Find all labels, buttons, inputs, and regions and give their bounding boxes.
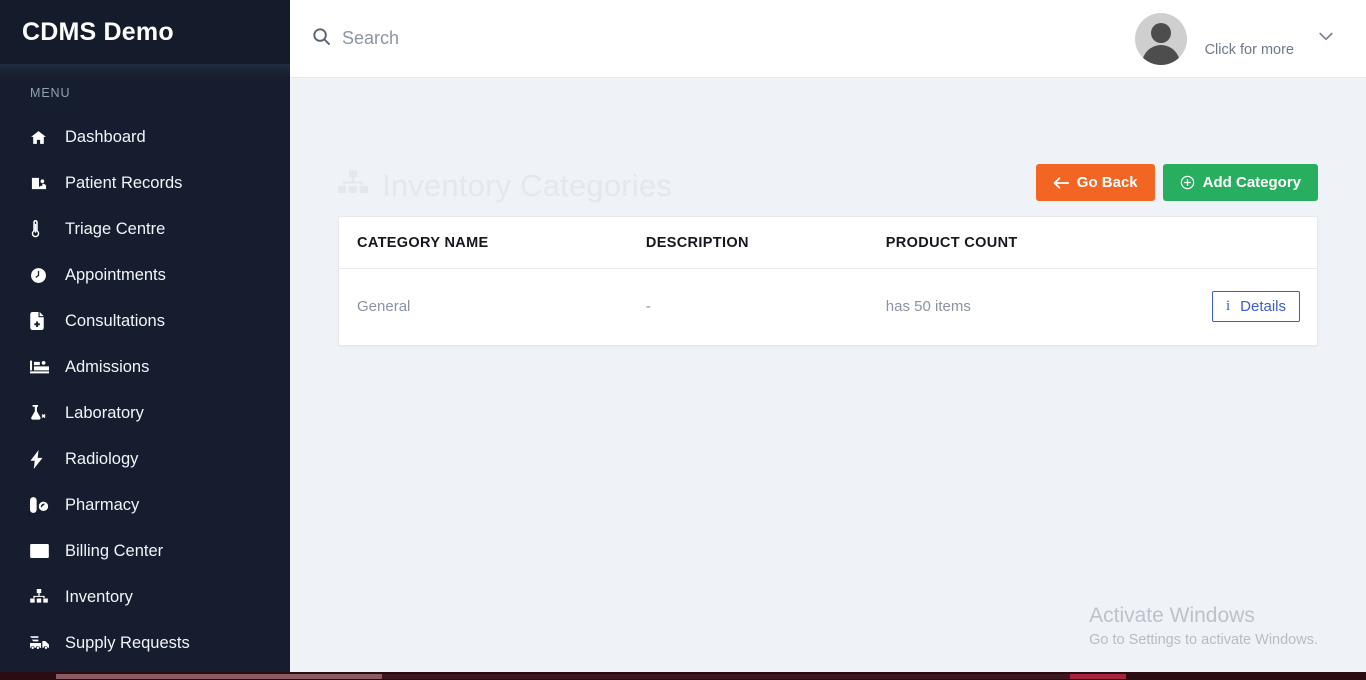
sitemap-icon xyxy=(338,168,368,204)
search-input[interactable] xyxy=(342,28,662,49)
brand-title: CDMS Demo xyxy=(22,17,174,46)
avatar xyxy=(1134,12,1187,65)
sidebar-section-label: MENU xyxy=(30,86,71,100)
avatar-head xyxy=(1150,22,1171,43)
column-header-description: DESCRIPTION xyxy=(645,217,886,269)
page-title: Inventory Categories xyxy=(338,168,672,204)
table-header-row: CATEGORY NAME DESCRIPTION PRODUCT COUNT xyxy=(339,217,1317,269)
details-label: Details xyxy=(1240,298,1286,315)
cell-product-count: has 50 items xyxy=(885,298,971,315)
cell-actions: i Details xyxy=(1211,269,1317,346)
sidebar-item-label: Supply Requests xyxy=(65,633,190,652)
sidebar-bottom-filler xyxy=(0,668,290,672)
sidebar-item-consultations[interactable]: Consultations xyxy=(0,298,290,344)
pills-icon xyxy=(30,497,56,513)
column-header-product-count: PRODUCT COUNT xyxy=(885,217,1212,269)
sidebar-item-patient-records[interactable]: Patient Records xyxy=(0,160,290,206)
bottom-edge-segment-d xyxy=(1126,674,1366,679)
watermark-title: Activate Windows xyxy=(1089,603,1255,627)
sidebar-item-label: Appointments xyxy=(65,265,166,284)
sidebar-item-label: Inventory xyxy=(65,587,133,606)
watermark-subtitle: Go to Settings to activate Windows. xyxy=(1089,632,1318,648)
sidebar-item-label: Patient Records xyxy=(65,173,183,192)
sidebar-item-label: Pharmacy xyxy=(65,495,140,514)
categories-table: CATEGORY NAME DESCRIPTION PRODUCT COUNT … xyxy=(339,217,1317,345)
search-icon xyxy=(312,27,331,51)
sidebar-item-label: Dashboard xyxy=(65,127,146,146)
sidebar-item-label: Consultations xyxy=(65,311,165,330)
app-root: CDMS Demo MENU Dashboard Patient Records xyxy=(0,0,1366,680)
user-menu-label: Click for more xyxy=(1204,41,1294,58)
add-category-button[interactable]: Add Category xyxy=(1162,164,1318,201)
main-area: Click for more Inventory Categories xyxy=(290,0,1366,680)
column-header-actions xyxy=(1211,217,1317,269)
table-body: General - has 50 items i Details xyxy=(339,269,1317,346)
sidebar-item-inventory[interactable]: Inventory xyxy=(0,574,290,620)
cell-category-name: General xyxy=(357,298,411,315)
page-actions: Go Back Add Category xyxy=(1035,164,1318,201)
content-area: Inventory Categories Go Back Add Categor… xyxy=(290,78,1366,680)
categories-card: CATEGORY NAME DESCRIPTION PRODUCT COUNT … xyxy=(338,216,1318,346)
clock-icon xyxy=(30,267,56,284)
user-menu[interactable]: Click for more xyxy=(1134,12,1336,65)
id-card-icon xyxy=(30,175,56,192)
sidebar-item-admissions[interactable]: Admissions xyxy=(0,344,290,390)
sidebar-item-radiology[interactable]: Radiology xyxy=(0,436,290,482)
add-category-label: Add Category xyxy=(1202,174,1301,191)
sidebar-item-label: Admissions xyxy=(65,357,150,376)
bolt-icon xyxy=(30,449,56,469)
bottom-edge-segment-c xyxy=(1070,674,1126,679)
sidebar-item-billing-center[interactable]: Billing Center xyxy=(0,528,290,574)
avatar-body xyxy=(1141,44,1180,65)
sidebar-nav: Dashboard Patient Records Triage Centre xyxy=(0,114,290,666)
hospital-bed-icon xyxy=(30,359,56,375)
sidebar-item-pharmacy[interactable]: Pharmacy xyxy=(0,482,290,528)
page-header: Inventory Categories Go Back Add Categor… xyxy=(338,156,1318,216)
truck-icon xyxy=(30,635,56,651)
thermometer-icon xyxy=(30,220,56,238)
table-row: General - has 50 items i Details xyxy=(339,269,1317,346)
cell-description: - xyxy=(645,298,651,315)
go-back-button[interactable]: Go Back xyxy=(1035,164,1155,201)
table-head: CATEGORY NAME DESCRIPTION PRODUCT COUNT xyxy=(339,217,1317,269)
flask-icon xyxy=(30,404,56,422)
bottom-edge-segment-b xyxy=(382,674,1070,679)
window-bottom-edge[interactable] xyxy=(0,672,1366,680)
sidebar-item-label: Billing Center xyxy=(65,541,164,560)
sidebar-item-laboratory[interactable]: Laboratory xyxy=(0,390,290,436)
sidebar-item-dashboard[interactable]: Dashboard xyxy=(0,114,290,160)
brand[interactable]: CDMS Demo xyxy=(0,0,290,64)
sidebar: CDMS Demo MENU Dashboard Patient Records xyxy=(0,0,290,680)
search-box[interactable] xyxy=(312,27,662,51)
bottom-edge-segment-a xyxy=(56,674,382,679)
file-medical-icon xyxy=(30,312,56,330)
sidebar-menu: MENU Dashboard Patient Records Triage Ce… xyxy=(0,64,290,666)
sidebar-item-label: Laboratory xyxy=(65,403,144,422)
sidebar-item-appointments[interactable]: Appointments xyxy=(0,252,290,298)
activate-windows-watermark: Activate Windows Go to Settings to activ… xyxy=(1089,603,1318,648)
plus-circle-icon xyxy=(1180,175,1195,190)
sitemap-boxes-icon xyxy=(30,589,56,605)
home-icon xyxy=(30,129,56,146)
topbar: Click for more xyxy=(290,0,1366,78)
sidebar-item-supply-requests[interactable]: Supply Requests xyxy=(0,620,290,666)
go-back-label: Go Back xyxy=(1076,174,1138,191)
details-button[interactable]: i Details xyxy=(1211,291,1300,322)
sidebar-item-label: Radiology xyxy=(65,449,139,468)
page-title-text: Inventory Categories xyxy=(382,168,673,203)
info-icon: i xyxy=(1225,298,1231,314)
sidebar-item-label: Triage Centre xyxy=(65,219,166,238)
chevron-down-icon[interactable] xyxy=(1316,26,1336,51)
invoice-icon xyxy=(30,544,56,558)
arrow-left-icon xyxy=(1053,176,1069,190)
sidebar-item-triage-centre[interactable]: Triage Centre xyxy=(0,206,290,252)
column-header-category-name: CATEGORY NAME xyxy=(339,217,646,269)
